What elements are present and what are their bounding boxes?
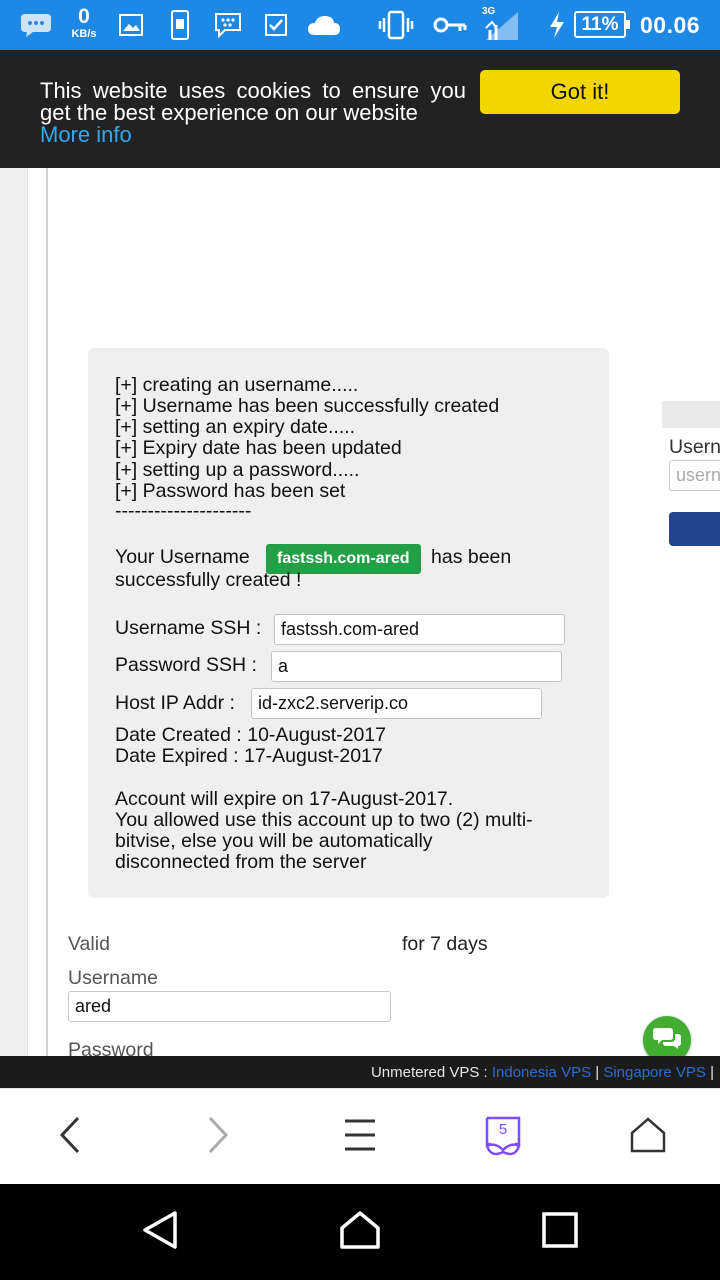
browser-toolbar: 5: [0, 1088, 720, 1184]
tabs-button[interactable]: 5: [453, 1089, 553, 1185]
signal-icon: [484, 0, 520, 50]
singapore-vps-link[interactable]: Singapore VPS: [603, 1064, 706, 1081]
device-icon: [166, 0, 194, 50]
ssh-username-label: Username SSH :: [115, 617, 262, 639]
date-expired: Date Expired : 17-August-2017: [115, 745, 383, 767]
account-result-panel: [+] creating an username..... [+] Userna…: [88, 348, 609, 898]
nav-home-icon: [339, 1210, 381, 1255]
usage-note-line: bitvise, else you will be automatically: [115, 830, 433, 852]
log-line: [+] creating an username.....: [115, 374, 359, 396]
left-margin-stripe: [0, 168, 28, 1056]
expire-note: Account will expire on 17-August-2017.: [115, 788, 454, 810]
valid-label: Valid: [68, 933, 110, 955]
nav-recents-button[interactable]: [500, 1184, 620, 1280]
blackberry-icon: [212, 0, 244, 50]
usage-note-line: You allowed use this account up to two (…: [115, 809, 533, 831]
log-line: [+] setting an expiry date.....: [115, 416, 356, 438]
status-bar: 0 KB/s 3G 11% 00.06: [0, 0, 720, 50]
image-icon: [116, 0, 146, 50]
side-submit-button[interactable]: [669, 512, 720, 546]
key-icon: [432, 0, 468, 50]
log-line: [+] Password has been set: [115, 480, 346, 502]
system-nav-bar: [0, 1184, 720, 1280]
log-line: [+] Expiry date has been updated: [115, 437, 402, 459]
ssh-password-label: Password SSH :: [115, 654, 257, 676]
ssh-username-field[interactable]: [274, 614, 565, 645]
nav-home-button[interactable]: [300, 1184, 420, 1280]
menu-icon: [344, 1118, 376, 1157]
side-username-label: Usern: [669, 436, 720, 458]
cookie-banner: This website uses cookies to ensure you …: [0, 50, 720, 168]
back-icon: [59, 1116, 81, 1159]
battery-indicator: 11%: [574, 11, 630, 38]
data-rate-indicator: 0 KB/s: [66, 6, 102, 40]
home-button[interactable]: [598, 1089, 698, 1185]
tab-count: 5: [498, 1121, 508, 1138]
checkbox-icon: [262, 0, 290, 50]
your-username-prefix: Your Username: [115, 546, 250, 568]
page-content[interactable]: [+] creating an username..... [+] Userna…: [0, 168, 720, 1056]
content-border: [46, 168, 48, 1056]
ssh-password-field[interactable]: [271, 651, 562, 682]
your-username-suffix: has been: [431, 546, 512, 568]
log-line: [+] setting up a password.....: [115, 459, 360, 481]
log-line: [+] Username has been successfully creat…: [115, 395, 500, 417]
home-icon: [630, 1116, 666, 1158]
date-created: Date Created : 10-August-2017: [115, 724, 387, 746]
log-separator: ---------------------: [115, 500, 252, 522]
footer-separator: |: [710, 1063, 714, 1081]
cookie-message: This website uses cookies to ensure you …: [40, 78, 466, 125]
forward-button[interactable]: [168, 1089, 268, 1185]
nav-back-icon: [142, 1210, 178, 1255]
chat-bubbles-icon: [653, 1026, 681, 1055]
charging-icon: [546, 0, 568, 50]
footer-prefix: Unmetered VPS :: [370, 1063, 488, 1081]
tabs-icon: 5: [485, 1116, 521, 1158]
footer-separator: |: [595, 1063, 600, 1081]
clock: 00.06: [640, 11, 701, 38]
data-rate-unit: KB/s: [71, 28, 97, 40]
back-button[interactable]: [20, 1089, 120, 1185]
valid-value: for 7 days: [402, 933, 488, 955]
indonesia-vps-link[interactable]: Indonesia VPS: [492, 1064, 591, 1081]
nav-back-button[interactable]: [100, 1184, 220, 1280]
side-username-input[interactable]: usern: [669, 460, 720, 491]
vibrate-icon: [378, 0, 414, 50]
created-message: successfully created !: [115, 569, 302, 591]
chat-button[interactable]: [643, 1016, 691, 1056]
data-rate-value: 0: [78, 5, 90, 28]
bbm-chat-icon: [18, 0, 54, 50]
username-label: Username: [68, 967, 158, 989]
host-ip-field[interactable]: [251, 688, 542, 719]
cookie-more-info-link[interactable]: More info: [40, 124, 132, 146]
nav-recents-icon: [542, 1211, 578, 1253]
password-label: Password: [68, 1039, 154, 1056]
username-input[interactable]: [68, 991, 391, 1022]
footer-strip: Unmetered VPS : Indonesia VPS | Singapor…: [0, 1056, 720, 1088]
usage-note-line: disconnected from the server: [115, 851, 367, 873]
host-ip-label: Host IP Addr :: [115, 692, 235, 714]
forward-icon: [207, 1116, 229, 1159]
cookie-accept-button[interactable]: Got it!: [480, 70, 680, 114]
side-panel-header: [662, 401, 720, 428]
menu-button[interactable]: [310, 1089, 410, 1185]
cloud-icon: [306, 0, 342, 50]
